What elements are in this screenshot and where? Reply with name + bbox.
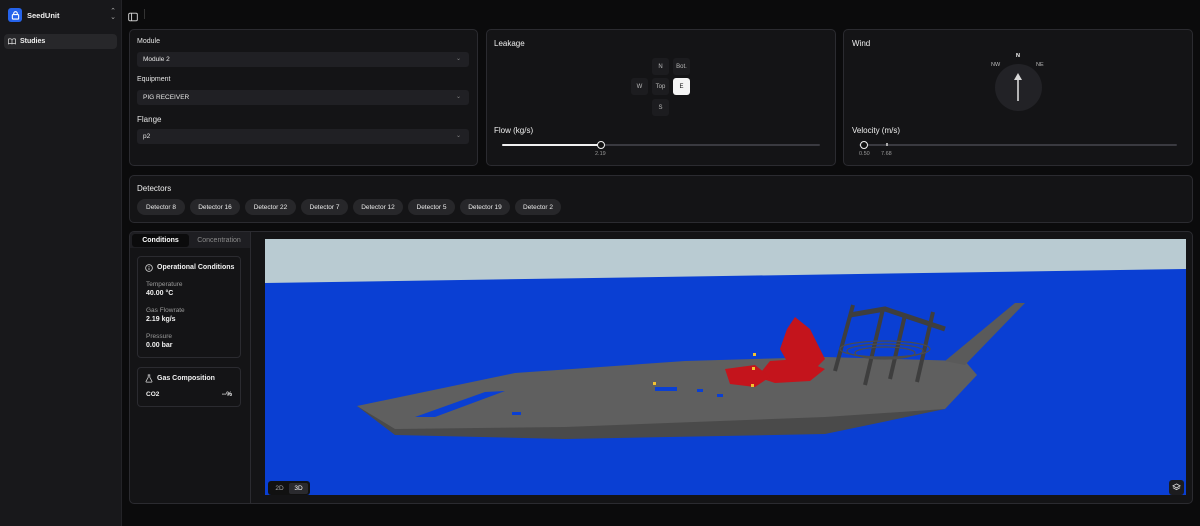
direction-w-button[interactable]: W (631, 78, 648, 95)
flow-slider-fill (502, 144, 601, 146)
flowrate-label: Gas Flowrate (146, 307, 185, 314)
view-2d-button[interactable]: 2D (270, 483, 289, 494)
direction-label: Top (655, 83, 666, 90)
detectors-title: Detectors (137, 184, 172, 193)
view-2d-label: 2D (275, 485, 284, 492)
direction-label: N (658, 63, 663, 70)
detector-label: Detector 16 (198, 203, 232, 211)
equipment-label: Equipment (137, 76, 171, 83)
results-divider (250, 232, 251, 503)
detector-chip[interactable]: Detector 2 (515, 199, 561, 215)
app-name: SeedUnit (27, 10, 60, 20)
chevron-up-down-icon: ⌃ ⌄ (110, 8, 116, 21)
direction-n-button[interactable]: N (652, 58, 669, 75)
view-mode-toggle: 2D 3D (268, 481, 310, 495)
pressure-label: Pressure (146, 333, 173, 340)
detector-chip[interactable]: Detector 19 (460, 199, 510, 215)
direction-label: Bot. (676, 63, 687, 70)
temperature-value: 40.00 °C (146, 290, 174, 297)
info-icon (145, 264, 153, 272)
compass-nw-label: NW (991, 62, 1001, 68)
detector-label: Detector 8 (146, 203, 176, 211)
chevron-down-icon: ⌄ (455, 94, 461, 100)
tab-concentration[interactable]: Concentration (190, 234, 248, 247)
composition-title: Gas Composition (157, 375, 215, 382)
app-switcher[interactable]: SeedUnit ⌃ ⌄ (8, 7, 116, 23)
panel-left-icon (128, 12, 138, 22)
tab-label: Conditions (142, 237, 179, 244)
chevron-down-icon: ⌄ (455, 133, 461, 139)
scene-viewport[interactable] (265, 239, 1186, 495)
velocity-slider-thumb[interactable] (860, 141, 868, 149)
sidebar-toggle-button[interactable] (128, 9, 138, 22)
detector-label: Detector 2 (523, 203, 553, 211)
velocity-label: Velocity (m/s) (852, 126, 901, 135)
compass-ne-label: NE (1036, 62, 1044, 68)
composition-value: --% (221, 391, 232, 398)
module-label: Module (137, 38, 160, 45)
direction-label: E (679, 83, 684, 90)
compass-n-label: N (1016, 53, 1020, 59)
flow-value-label: 2.19 (595, 151, 606, 157)
chevron-down-icon: ⌄ (455, 56, 461, 62)
detector-chip[interactable]: Detector 12 (353, 199, 403, 215)
direction-s-button[interactable]: S (652, 99, 669, 116)
detector-label: Detector 19 (468, 203, 502, 211)
composition-component: CO2 (146, 391, 160, 398)
operational-title: Operational Conditions (157, 264, 235, 271)
module-value: Module 2 (143, 56, 170, 63)
flowrate-value: 2.19 kg/s (146, 316, 176, 323)
detector-label: Detector 12 (361, 203, 395, 211)
flow-label: Flow (kg/s) (494, 126, 534, 135)
operational-conditions-card: Operational Conditions Temperature 40.00… (137, 256, 241, 358)
flange-label: Flange (137, 115, 162, 124)
sidebar-item-label: Studies (20, 38, 46, 45)
sidebar-item-studies[interactable]: Studies (4, 34, 117, 49)
toolbar-divider (144, 9, 145, 19)
wind-arrow-icon (1014, 73, 1022, 101)
velocity-value-label: 7.68 (881, 151, 892, 157)
tab-conditions[interactable]: Conditions (132, 234, 189, 247)
wind-title: Wind (852, 39, 871, 48)
detector-label: Detector 5 (416, 203, 447, 211)
tab-label: Concentration (197, 237, 241, 244)
direction-e-button[interactable]: E (673, 78, 690, 95)
module-select[interactable]: Module 2 ⌄ (137, 52, 469, 67)
sidebar: SeedUnit ⌃ ⌄ Studies (0, 0, 122, 526)
book-open-icon (8, 38, 16, 45)
flow-slider-thumb[interactable] (596, 141, 605, 149)
detector-chip[interactable]: Detector 16 (190, 199, 240, 215)
view-3d-button[interactable]: 3D (289, 483, 308, 494)
layers-icon (1172, 483, 1181, 491)
flange-select[interactable]: p2 ⌄ (137, 129, 469, 144)
flange-value: p2 (143, 133, 151, 140)
velocity-min-label: 0.50 (859, 151, 870, 157)
layers-button[interactable] (1169, 480, 1184, 495)
gas-composition-card: Gas Composition CO2 --% (137, 367, 241, 407)
equipment-select[interactable]: PIG RECEIVER ⌄ (137, 90, 469, 105)
direction-top-button[interactable]: Top (652, 78, 669, 95)
detector-chip[interactable]: Detector 7 (301, 199, 348, 215)
detector-label: Detector 22 (253, 203, 288, 211)
detector-chip[interactable]: Detector 5 (408, 199, 455, 215)
scene-canvas (265, 239, 1186, 495)
detector-label: Detector 7 (309, 203, 340, 211)
app-logo-icon (8, 8, 22, 22)
detector-chip[interactable]: Detector 8 (137, 199, 185, 215)
direction-bottom-button[interactable]: Bot. (673, 58, 690, 75)
direction-label: W (636, 83, 643, 90)
view-3d-label: 3D (294, 485, 303, 492)
velocity-slider-track[interactable] (859, 144, 1177, 146)
pressure-value: 0.00 bar (146, 342, 173, 349)
velocity-marker (886, 143, 888, 146)
app-root: SeedUnit ⌃ ⌄ Studies Module Module 2 ⌄ Eq… (0, 0, 1200, 526)
flask-icon (145, 374, 153, 383)
temperature-label: Temperature (146, 281, 183, 288)
direction-label: S (658, 104, 663, 111)
leakage-title: Leakage (494, 39, 525, 48)
detector-chip[interactable]: Detector 22 (245, 199, 296, 215)
equipment-value: PIG RECEIVER (143, 94, 190, 101)
